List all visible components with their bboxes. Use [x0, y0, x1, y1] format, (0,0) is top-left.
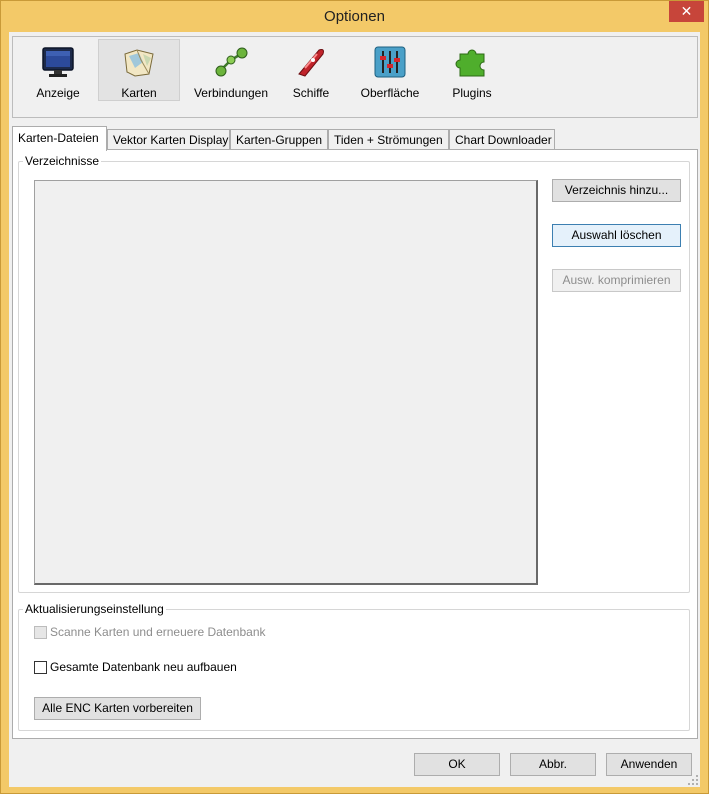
ok-button[interactable]: OK [414, 753, 500, 776]
toolbar-item-label: Anzeige [36, 86, 80, 100]
tab-karten-gruppen[interactable]: Karten-Gruppen [230, 129, 328, 150]
sliders-icon [374, 46, 406, 78]
toolbar-item-schiffe[interactable]: Schiffe [281, 39, 341, 101]
tab-tiden-stroemungen[interactable]: Tiden + Strömungen [328, 129, 449, 150]
update-settings-group: Aktualisierungseinstellung Scanne Karten… [18, 602, 690, 731]
scan-charts-checkbox[interactable] [34, 626, 47, 639]
update-settings-group-title: Aktualisierungseinstellung [23, 602, 166, 616]
monitor-icon [42, 47, 74, 77]
ship-icon [298, 49, 324, 77]
options-tab-strip: Karten-Dateien Vektor Karten Display Kar… [12, 126, 698, 151]
tab-vektor-karten-display[interactable]: Vektor Karten Display [107, 129, 230, 150]
toolbar-item-label: Karten [121, 86, 157, 100]
remove-selection-button[interactable]: Auswahl löschen [552, 224, 681, 247]
toolbar-item-verbindungen[interactable]: Verbindungen [183, 39, 279, 101]
directories-list[interactable] [34, 180, 538, 585]
toolbar-item-karten[interactable]: Karten [98, 39, 180, 101]
compress-selection-button[interactable]: Ausw. komprimieren [552, 269, 681, 292]
category-toolbar: Anzeige Karten Verbindungen Schiffe Ober… [12, 36, 698, 118]
rebuild-database-checkbox[interactable] [34, 661, 47, 674]
tab-karten-dateien[interactable]: Karten-Dateien [12, 126, 107, 151]
prepare-enc-charts-button[interactable]: Alle ENC Karten vorbereiten [34, 697, 201, 720]
chart-map-icon [124, 49, 154, 77]
toolbar-item-label: Schiffe [292, 86, 330, 100]
toolbar-item-oberflaeche[interactable]: Oberfläche [355, 39, 425, 101]
title-bar[interactable]: Optionen ✕ [1, 1, 708, 32]
window-title: Optionen [324, 8, 385, 25]
puzzle-icon [455, 49, 485, 77]
options-window: Optionen ✕ Anzeige Karten Verbindungen S… [0, 0, 709, 794]
toolbar-item-label: Plugins [452, 86, 492, 100]
add-directory-button[interactable]: Verzeichnis hinzu... [552, 179, 681, 202]
dialog-client-area: Anzeige Karten Verbindungen Schiffe Ober… [9, 32, 700, 787]
toolbar-item-anzeige[interactable]: Anzeige [21, 39, 95, 101]
resize-grip-icon[interactable] [688, 775, 698, 785]
directories-group: Verzeichnisse Verzeichnis hinzu... Auswa… [18, 154, 690, 593]
connections-icon [215, 47, 248, 77]
close-icon: ✕ [680, 3, 693, 19]
close-button[interactable]: ✕ [669, 1, 704, 22]
rebuild-database-label: Gesamte Datenbank neu aufbauen [50, 660, 237, 674]
toolbar-item-label: Oberfläche [360, 86, 420, 100]
tab-chart-downloader[interactable]: Chart Downloader [449, 129, 555, 150]
scan-charts-label: Scanne Karten und erneuere Datenbank [50, 625, 266, 639]
toolbar-item-label: Verbindungen [193, 86, 269, 100]
cancel-button[interactable]: Abbr. [510, 753, 596, 776]
tab-panel-karten-dateien: Verzeichnisse Verzeichnis hinzu... Auswa… [12, 149, 698, 739]
directories-group-title: Verzeichnisse [23, 154, 102, 168]
apply-button[interactable]: Anwenden [606, 753, 692, 776]
toolbar-item-plugins[interactable]: Plugins [439, 39, 505, 101]
